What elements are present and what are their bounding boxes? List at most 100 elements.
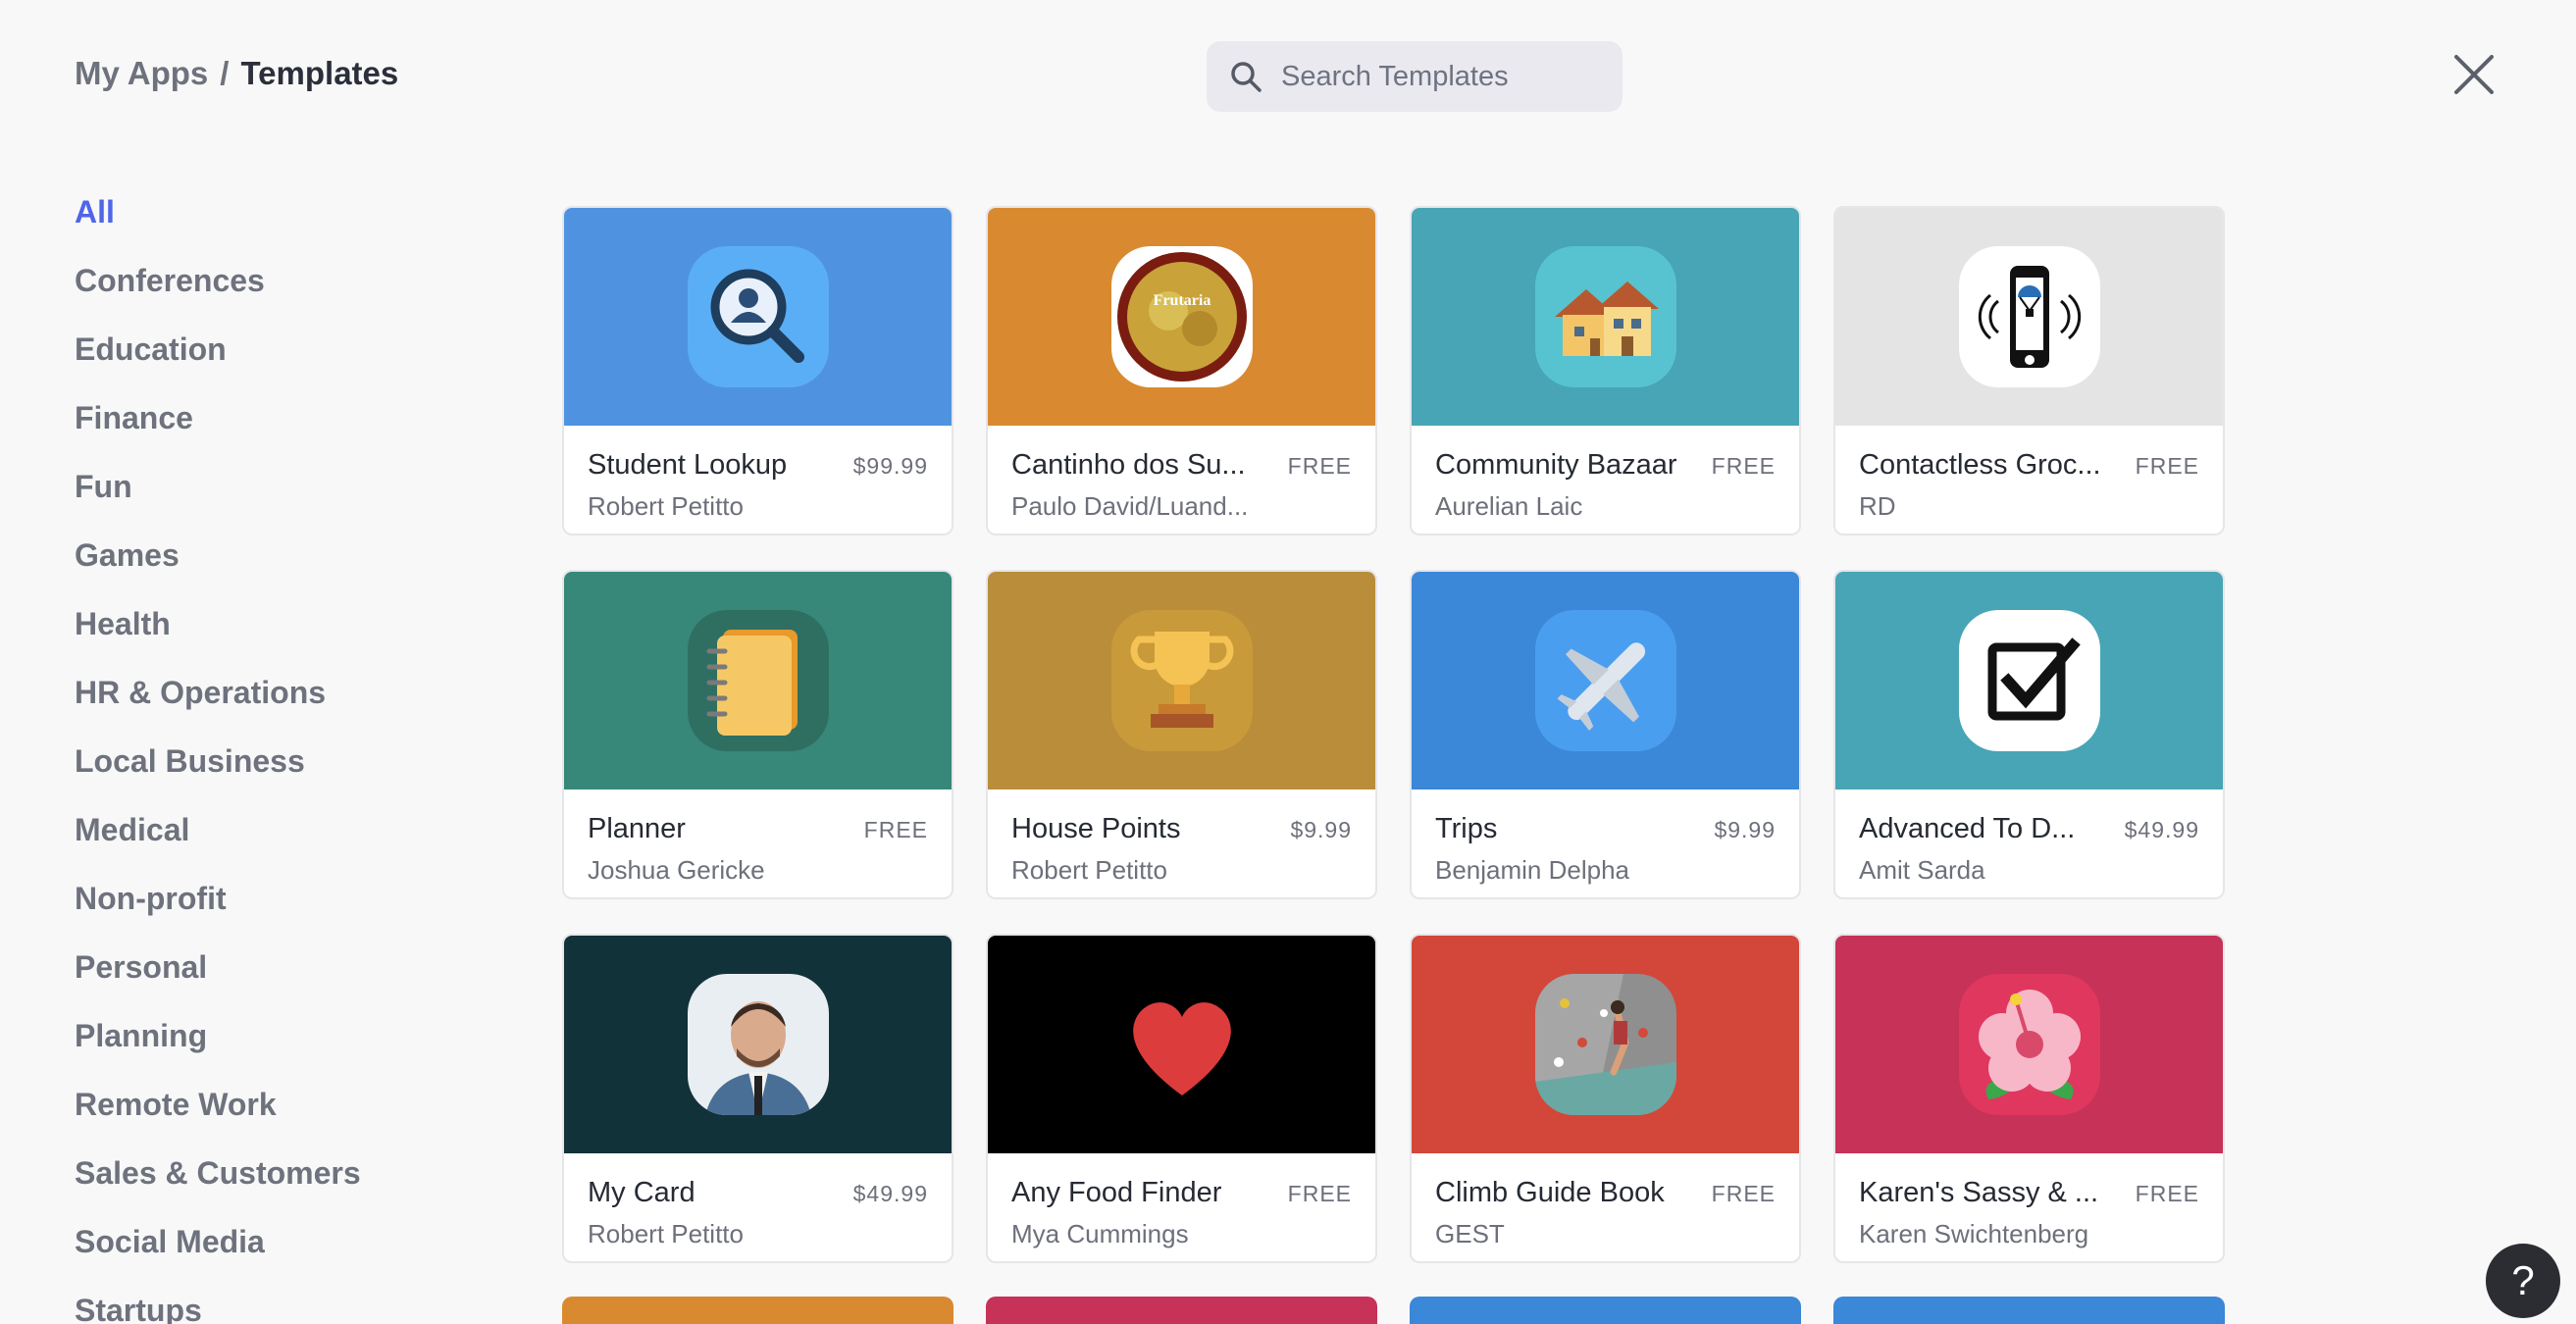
template-author: Paulo David/Luand... bbox=[1011, 491, 1249, 521]
breadcrumb-current: Templates bbox=[240, 55, 399, 91]
sidebar-category-startups[interactable]: Startups bbox=[75, 1291, 467, 1324]
template-info: House Points $9.99 Robert Petitto bbox=[988, 789, 1375, 886]
template-info: Climb Guide Book FREE GEST bbox=[1412, 1153, 1799, 1249]
template-info: Cantinho dos Su... FREE Paulo David/Luan… bbox=[988, 426, 1375, 522]
search-icon bbox=[1231, 62, 1262, 92]
template-banner bbox=[988, 572, 1375, 789]
sidebar-category-local-business[interactable]: Local Business bbox=[75, 741, 467, 810]
template-author: GEST bbox=[1435, 1219, 1505, 1248]
frutaria-logo-icon: Frutaria bbox=[1110, 246, 1253, 387]
svg-text:Frutaria: Frutaria bbox=[1153, 292, 1211, 309]
template-info: Contactless Groc... FREE RD bbox=[1835, 426, 2223, 522]
template-author: Mya Cummings bbox=[1011, 1219, 1189, 1248]
template-card-partial[interactable] bbox=[562, 1297, 953, 1324]
template-price: $9.99 bbox=[1714, 817, 1776, 842]
template-info: Planner FREE Joshua Gericke bbox=[564, 789, 952, 886]
profile-photo-icon bbox=[687, 974, 829, 1115]
checkbox-icon bbox=[1958, 610, 2100, 751]
template-card[interactable]: Contactless Groc... FREE RD bbox=[1833, 206, 2225, 535]
template-card-partial[interactable] bbox=[1410, 1297, 1801, 1324]
template-author: Amit Sarda bbox=[1859, 855, 1985, 885]
template-title: Trips bbox=[1435, 813, 1498, 844]
template-card[interactable]: Planner FREE Joshua Gericke bbox=[562, 570, 953, 899]
template-title: Community Bazaar bbox=[1435, 449, 1677, 481]
close-button[interactable] bbox=[2450, 51, 2498, 98]
template-card[interactable]: Climb Guide Book FREE GEST bbox=[1410, 934, 1801, 1263]
template-card[interactable]: Frutaria Cantinho dos Su... FREE Paulo D… bbox=[986, 206, 1377, 535]
template-price: FREE bbox=[1287, 453, 1352, 479]
breadcrumb-separator: / bbox=[220, 55, 230, 91]
sidebar-category-hr-operations[interactable]: HR & Operations bbox=[75, 673, 467, 741]
template-banner bbox=[1412, 208, 1799, 426]
template-title: Advanced To D... bbox=[1859, 813, 2076, 844]
help-button[interactable]: ? bbox=[2486, 1244, 2560, 1318]
template-card[interactable]: Karen's Sassy & ... FREE Karen Swichtenb… bbox=[1833, 934, 2225, 1263]
template-banner bbox=[988, 936, 1375, 1153]
climbing-wall-icon bbox=[1534, 974, 1676, 1115]
sidebar-category-personal[interactable]: Personal bbox=[75, 947, 467, 1016]
template-price: FREE bbox=[2135, 1181, 2199, 1206]
template-banner bbox=[564, 572, 952, 789]
template-card[interactable]: Advanced To D... $49.99 Amit Sarda bbox=[1833, 570, 2225, 899]
template-price: $49.99 bbox=[852, 1181, 928, 1206]
sidebar-category-non-profit[interactable]: Non-profit bbox=[75, 879, 467, 947]
template-banner bbox=[1835, 572, 2223, 789]
sidebar-category-remote-work[interactable]: Remote Work bbox=[75, 1085, 467, 1153]
template-grid: Student Lookup $99.99 Robert Petitto Fru… bbox=[562, 206, 2225, 1263]
template-price: FREE bbox=[1711, 1181, 1776, 1206]
template-banner bbox=[1412, 936, 1799, 1153]
template-price: $9.99 bbox=[1290, 817, 1352, 842]
template-banner bbox=[1835, 208, 2223, 426]
sidebar-category-finance[interactable]: Finance bbox=[75, 398, 467, 467]
student-search-icon bbox=[687, 246, 829, 387]
template-title: Any Food Finder bbox=[1011, 1177, 1222, 1208]
template-title: House Points bbox=[1011, 813, 1181, 844]
search-box[interactable] bbox=[1207, 41, 1623, 112]
sidebar-category-all[interactable]: All bbox=[75, 192, 467, 261]
houses-icon bbox=[1534, 246, 1676, 387]
template-card[interactable]: Any Food Finder FREE Mya Cummings bbox=[986, 934, 1377, 1263]
template-info: Any Food Finder FREE Mya Cummings bbox=[988, 1153, 1375, 1249]
template-author: Joshua Gericke bbox=[588, 855, 765, 885]
template-card[interactable]: Community Bazaar FREE Aurelian Laic bbox=[1410, 206, 1801, 535]
sidebar-category-games[interactable]: Games bbox=[75, 535, 467, 604]
sidebar-category-fun[interactable]: Fun bbox=[75, 467, 467, 535]
sidebar-category-conferences[interactable]: Conferences bbox=[75, 261, 467, 330]
template-info: Community Bazaar FREE Aurelian Laic bbox=[1412, 426, 1799, 522]
sidebar-category-medical[interactable]: Medical bbox=[75, 810, 467, 879]
template-card[interactable]: Student Lookup $99.99 Robert Petitto bbox=[562, 206, 953, 535]
template-price: FREE bbox=[1287, 1181, 1352, 1206]
breadcrumb-my-apps-link[interactable]: My Apps bbox=[75, 55, 208, 92]
template-price: FREE bbox=[2135, 453, 2199, 479]
phone-parachute-icon bbox=[1958, 246, 2100, 387]
template-author: Karen Swichtenberg bbox=[1859, 1219, 2089, 1248]
template-banner: Frutaria bbox=[988, 208, 1375, 426]
close-icon bbox=[2454, 55, 2494, 94]
airplane-icon bbox=[1534, 610, 1676, 751]
template-card[interactable]: Trips $9.99 Benjamin Delpha bbox=[1410, 570, 1801, 899]
search-input[interactable] bbox=[1281, 60, 1605, 93]
template-banner bbox=[564, 936, 952, 1153]
template-card[interactable]: My Card $49.99 Robert Petitto bbox=[562, 934, 953, 1263]
sidebar-category-social-media[interactable]: Social Media bbox=[75, 1222, 467, 1291]
template-price: FREE bbox=[1711, 453, 1776, 479]
template-price: $49.99 bbox=[2124, 817, 2199, 842]
template-card[interactable]: House Points $9.99 Robert Petitto bbox=[986, 570, 1377, 899]
template-price: $99.99 bbox=[852, 453, 928, 479]
sidebar-category-sales-customers[interactable]: Sales & Customers bbox=[75, 1153, 467, 1222]
sidebar-category-health[interactable]: Health bbox=[75, 604, 467, 673]
trophy-icon bbox=[1110, 610, 1253, 751]
template-banner bbox=[1835, 936, 2223, 1153]
template-card-partial[interactable] bbox=[986, 1297, 1377, 1324]
template-author: Robert Petitto bbox=[588, 1219, 744, 1248]
template-info: My Card $49.99 Robert Petitto bbox=[564, 1153, 952, 1249]
heart-icon bbox=[1110, 974, 1253, 1115]
template-banner bbox=[564, 208, 952, 426]
sidebar-category-planning[interactable]: Planning bbox=[75, 1016, 467, 1085]
breadcrumb: My Apps / Templates bbox=[75, 55, 398, 92]
template-card-partial[interactable] bbox=[1833, 1297, 2225, 1324]
templates-page: My Apps / Templates AllConferencesEducat… bbox=[0, 0, 2576, 1324]
notebook-icon bbox=[687, 610, 829, 751]
template-title: Karen's Sassy & ... bbox=[1859, 1177, 2099, 1208]
sidebar-category-education[interactable]: Education bbox=[75, 330, 467, 398]
